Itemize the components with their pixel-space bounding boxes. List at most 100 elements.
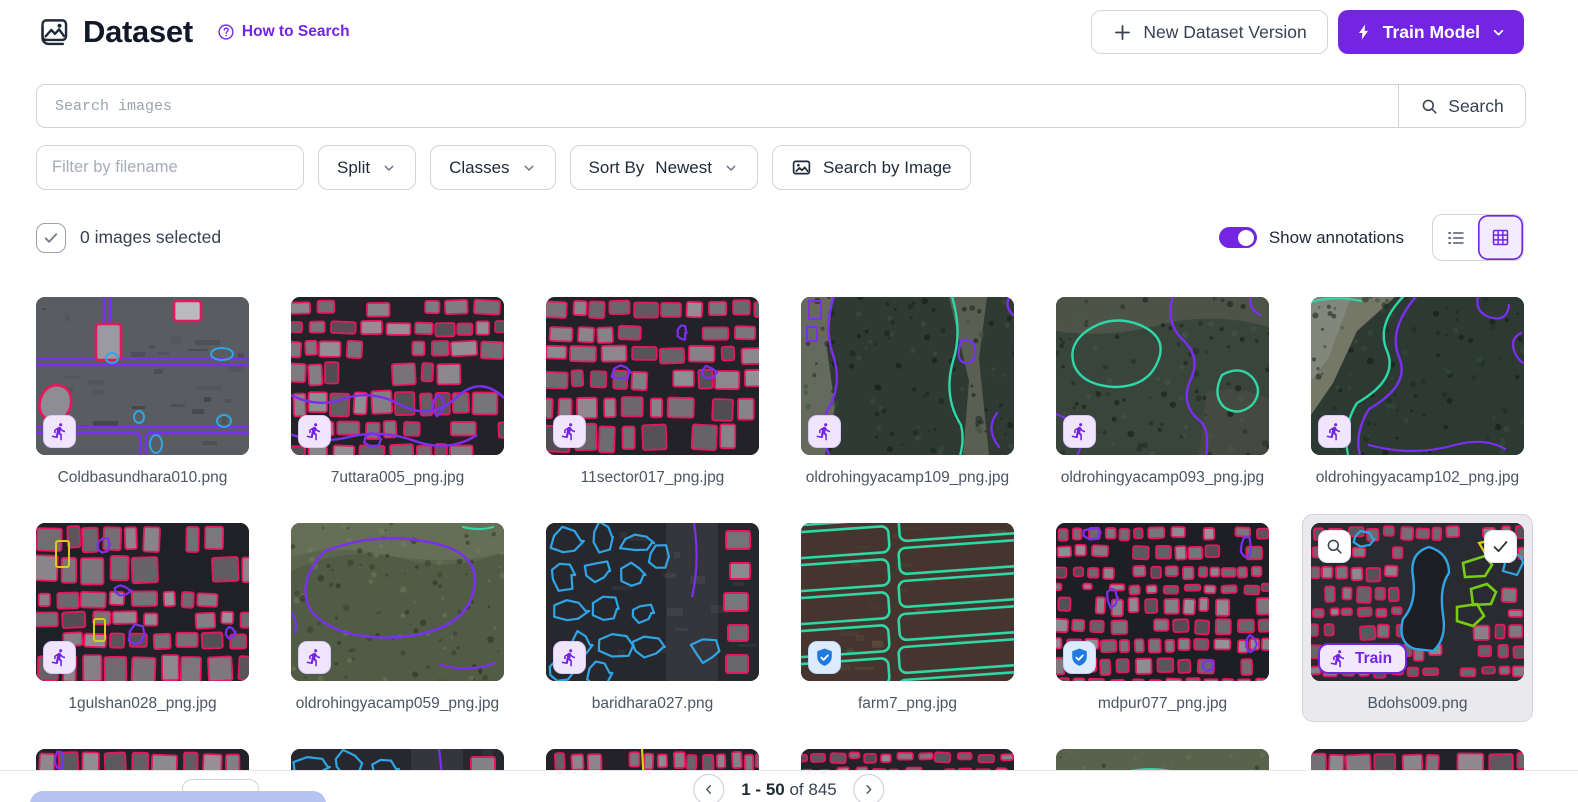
filename-filter-input[interactable] (36, 145, 304, 190)
train-model-label: Train Model (1383, 22, 1480, 43)
notification-toast-edge (30, 791, 326, 802)
image-grid: Coldbasundhara010.png 7uttara005_png.jpg… (36, 297, 1524, 802)
chevron-right-icon (862, 782, 877, 797)
image-filename: mdpur077_png.jpg (1056, 694, 1269, 713)
split-badge (808, 641, 841, 674)
image-tile: 1gulshan028_png.jpg (36, 523, 249, 713)
list-view-icon (1445, 227, 1467, 249)
select-all-checkbox[interactable] (36, 223, 66, 253)
how-to-search-link[interactable]: How to Search (217, 23, 350, 41)
dataset-image-thumbnail[interactable] (546, 523, 759, 681)
chevron-left-icon (701, 782, 716, 797)
page-title: Dataset (83, 14, 193, 50)
page-range: 1 - 50 of 845 (741, 780, 836, 800)
dataset-image-thumbnail[interactable] (1056, 523, 1269, 681)
list-view-button[interactable] (1433, 215, 1478, 260)
image-filename: farm7_png.jpg (801, 694, 1014, 713)
image-tile: oldrohingyacamp109_png.jpg (801, 297, 1014, 487)
grid-view-icon (1490, 227, 1511, 248)
image-tile: oldrohingyacamp102_png.jpg (1311, 297, 1524, 487)
dataset-image-thumbnail[interactable] (36, 297, 249, 455)
dataset-image-thumbnail[interactable] (546, 297, 759, 455)
image-filename: 1gulshan028_png.jpg (36, 694, 249, 713)
image-filename: Bdohs009.png (1311, 694, 1524, 713)
selected-check-button[interactable] (1484, 530, 1517, 563)
toggle-knob (1238, 230, 1254, 246)
split-badge (43, 415, 76, 448)
dataset-page: Dataset How to Search New Dataset Versio… (0, 0, 1578, 802)
runner-icon (1329, 649, 1348, 668)
grid-view-button[interactable] (1478, 215, 1523, 260)
bolt-icon (1355, 23, 1373, 41)
dataset-logo-icon (36, 15, 70, 49)
top-bar-actions: New Dataset Version Train Model (1091, 10, 1524, 54)
train-model-button[interactable]: Train Model (1338, 10, 1524, 54)
view-controls: Show annotations (1219, 214, 1524, 261)
pager: 1 - 50 of 845 (693, 774, 884, 802)
plus-icon (1112, 22, 1133, 43)
search-input[interactable] (37, 85, 1398, 127)
split-badge (808, 415, 841, 448)
dataset-image-thumbnail[interactable]: Train (1311, 523, 1524, 681)
search-by-image-label: Search by Image (823, 158, 952, 178)
split-badge (1063, 415, 1096, 448)
search-icon (1420, 97, 1439, 116)
image-tile: oldrohingyacamp059_png.jpg (291, 523, 504, 713)
show-annotations-toggle[interactable] (1219, 227, 1257, 248)
selected-count-label: 0 images selected (80, 227, 221, 248)
split-badge (553, 641, 586, 674)
page-range-total: of 845 (789, 780, 836, 799)
dataset-image-thumbnail[interactable] (291, 523, 504, 681)
image-tile: Train Bdohs009.png (1302, 514, 1533, 722)
dataset-image-thumbnail[interactable] (1056, 297, 1269, 455)
previous-page-button[interactable] (693, 774, 724, 802)
image-filename: oldrohingyacamp093_png.jpg (1056, 468, 1269, 487)
image-filename: 11sector017_png.jpg (546, 468, 759, 487)
split-label: Split (337, 158, 370, 178)
dataset-image-thumbnail[interactable] (36, 523, 249, 681)
new-dataset-version-button[interactable]: New Dataset Version (1091, 10, 1327, 54)
image-filename: oldrohingyacamp059_png.jpg (291, 694, 504, 713)
split-dropdown[interactable]: Split (318, 145, 416, 190)
new-dataset-version-label: New Dataset Version (1143, 22, 1306, 43)
sort-by-value: Newest (655, 158, 712, 178)
sort-by-dropdown[interactable]: Sort By Newest (570, 145, 758, 190)
dataset-image-thumbnail[interactable] (801, 523, 1014, 681)
dataset-image-thumbnail[interactable] (291, 297, 504, 455)
split-badge (1063, 641, 1096, 674)
view-mode-switcher (1432, 214, 1524, 261)
split-badge (43, 641, 76, 674)
chevron-down-icon (723, 160, 739, 176)
image-tile: farm7_png.jpg (801, 523, 1014, 713)
selection-bar: 0 images selected Show annotations (36, 214, 1524, 261)
chevron-down-icon (381, 160, 397, 176)
classes-dropdown[interactable]: Classes (430, 145, 555, 190)
split-badge (553, 415, 586, 448)
filter-bar: Split Classes Sort By Newest Search by I… (36, 145, 1524, 190)
image-tile: baridhara027.png (546, 523, 759, 713)
sort-by-label: Sort By (589, 158, 645, 178)
split-badge (1318, 415, 1351, 448)
check-icon (42, 229, 60, 247)
how-to-search-label: How to Search (242, 23, 350, 41)
next-page-button[interactable] (854, 774, 885, 802)
image-tile: Coldbasundhara010.png (36, 297, 249, 487)
image-filename: Coldbasundhara010.png (36, 468, 249, 487)
image-filename: baridhara027.png (546, 694, 759, 713)
classes-label: Classes (449, 158, 509, 178)
chevron-down-icon (1490, 24, 1507, 41)
image-tile: mdpur077_png.jpg (1056, 523, 1269, 713)
image-filename: 7uttara005_png.jpg (291, 468, 504, 487)
search-button[interactable]: Search (1398, 85, 1525, 127)
image-icon (791, 157, 812, 178)
image-tile: 7uttara005_png.jpg (291, 297, 504, 487)
show-annotations-label: Show annotations (1269, 228, 1404, 248)
chevron-down-icon (521, 160, 537, 176)
split-badge (298, 415, 331, 448)
image-filename: oldrohingyacamp102_png.jpg (1311, 468, 1524, 487)
image-filename: oldrohingyacamp109_png.jpg (801, 468, 1014, 487)
search-by-image-button[interactable]: Search by Image (772, 145, 971, 190)
magnifier-button[interactable] (1318, 530, 1351, 563)
dataset-image-thumbnail[interactable] (801, 297, 1014, 455)
dataset-image-thumbnail[interactable] (1311, 297, 1524, 455)
